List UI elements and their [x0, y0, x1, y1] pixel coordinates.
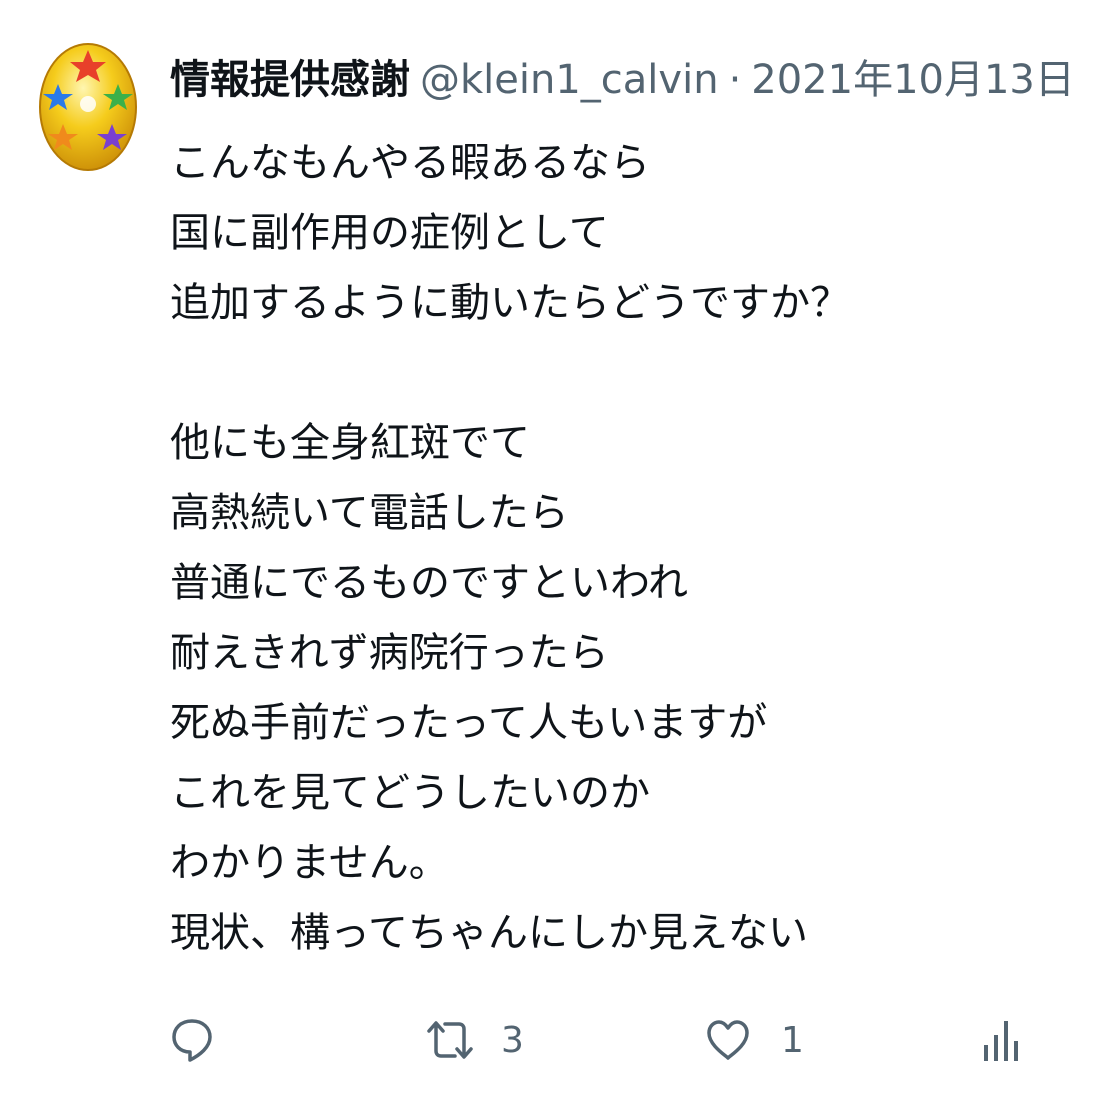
tweet-line: 他にも全身紅斑でて — [170, 420, 530, 466]
retweet-icon — [427, 1021, 473, 1059]
timestamp[interactable]: 2021年10月13日 — [751, 52, 1075, 108]
heart-icon — [707, 1020, 749, 1060]
display-name[interactable]: 情報提供感謝 — [170, 52, 410, 108]
analytics-button[interactable] — [982, 1005, 1022, 1075]
tweet-line: 高熱続いて電話したら — [170, 490, 569, 536]
header-separator: · — [728, 57, 742, 103]
reply-button[interactable] — [170, 1005, 248, 1075]
like-button[interactable]: 1 — [705, 1005, 804, 1075]
like-count: 1 — [781, 1019, 804, 1061]
tweet-header: 情報提供感謝 @klein1_calvin · 2021年10月13日 — [170, 52, 1075, 108]
tweet-line: 追加するように動いたらどうですか？ — [170, 280, 850, 326]
tweet: 情報提供感謝 @klein1_calvin · 2021年10月13日 こんなも… — [0, 0, 1110, 1110]
tweet-line: わかりません。 — [170, 840, 449, 886]
tweet-text: こんなもんやる暇あるなら 国に副作用の症例として 追加するように動いたらどうです… — [170, 128, 1070, 968]
retweet-count: 3 — [501, 1019, 524, 1061]
tweet-line: こんなもんやる暇あるなら — [170, 140, 650, 186]
action-bar: 3 1 — [0, 1005, 1110, 1075]
tweet-line: 死ぬ手前だったって人もいますが — [170, 700, 768, 746]
analytics-icon — [984, 1021, 1018, 1061]
tweet-line: 現状、構ってちゃんにしか見えない — [170, 910, 808, 956]
reply-icon — [172, 1019, 212, 1062]
star-egg-avatar-icon — [39, 43, 137, 171]
avatar[interactable] — [38, 42, 138, 172]
user-handle[interactable]: @klein1_calvin — [420, 52, 719, 108]
retweet-button[interactable]: 3 — [425, 1005, 524, 1075]
tweet-line: これを見てどうしたいのか — [170, 770, 650, 816]
tweet-line: 普通にでるものですといわれ — [170, 560, 688, 606]
tweet-line: 国に副作用の症例として — [170, 210, 609, 256]
tweet-line: 耐えきれず病院行ったら — [170, 630, 609, 676]
